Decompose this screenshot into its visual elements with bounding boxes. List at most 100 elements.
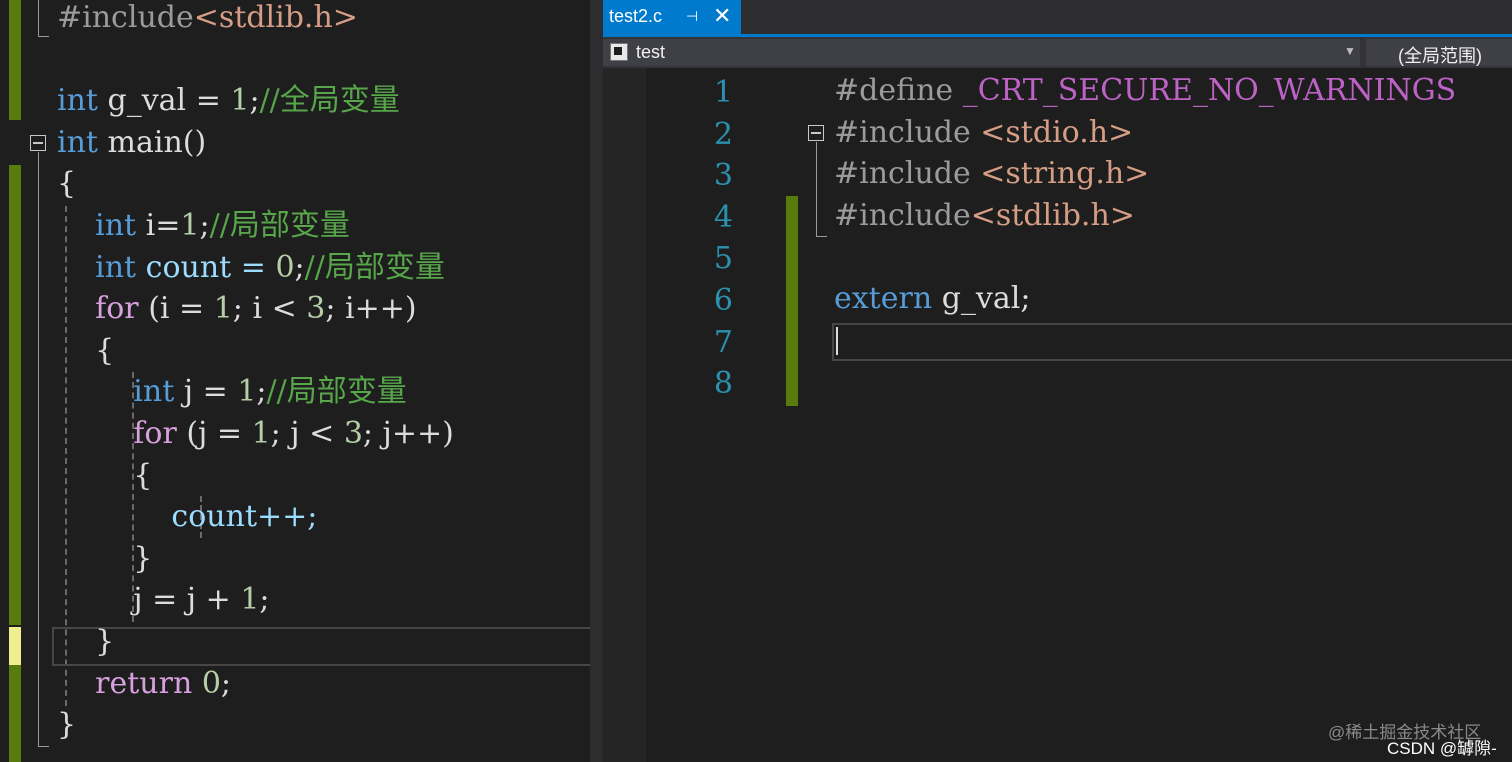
code-line[interactable]: #include<stdlib.h> (834, 195, 1135, 237)
code-token: count++; (57, 499, 318, 535)
line-number: 6 (713, 283, 733, 318)
code-token: ; i++) (325, 291, 417, 327)
pin-icon[interactable]: ⊣ (686, 8, 698, 25)
code-token: ; (199, 208, 210, 243)
code-token: (i = (138, 291, 214, 327)
code-line[interactable]: { (57, 163, 76, 205)
code-token: i= (136, 208, 181, 243)
code-line[interactable]: { (57, 330, 114, 372)
code-line[interactable]: } (57, 704, 76, 746)
code-token: int (57, 374, 175, 410)
code-token: <stdlib.h> (193, 0, 358, 35)
member-scope-dropdown[interactable]: (全局范围) (1366, 39, 1512, 66)
change-marker (786, 196, 798, 406)
code-token: for (57, 291, 139, 327)
code-line[interactable]: for (i = 1; i < 3; i++) (57, 288, 417, 330)
member-label: (全局范围) (1398, 46, 1482, 66)
code-token: ; (259, 582, 270, 618)
code-token: int (57, 208, 137, 243)
code-token: 1 (237, 374, 257, 410)
tab-strip: test2.c ⊣ ✕ (603, 0, 1512, 34)
code-line[interactable]: count++; (57, 496, 317, 538)
right-editor-window[interactable]: test2.c ⊣ ✕ test ▼ (全局范围) 1 2 3 4 5 6 7 8 #defi… (603, 0, 1512, 762)
code-line[interactable]: int j = 1;//局部变量 (57, 371, 407, 413)
code-token: extern (834, 281, 933, 316)
scope-label: test (636, 42, 666, 62)
code-token: //局部变量 (266, 374, 407, 410)
code-line[interactable]: int count = 0;//局部变量 (57, 247, 445, 289)
code-token: 3 (343, 416, 363, 451)
line-number: 4 (713, 199, 733, 235)
code-line[interactable]: } (57, 538, 152, 580)
code-token: 0 (275, 249, 295, 285)
code-token: #include (834, 156, 971, 192)
code-token: ; i < (232, 291, 307, 327)
text-caret (836, 327, 838, 355)
code-line[interactable]: } (57, 621, 114, 663)
collapse-toggle-icon[interactable] (808, 125, 824, 141)
code-line[interactable]: int main() (57, 122, 206, 164)
editor-splitter[interactable] (590, 0, 603, 762)
code-line[interactable]: { (57, 455, 152, 497)
code-token: g_val; (932, 281, 1031, 316)
code-line[interactable]: return 0; (57, 663, 231, 705)
code-token: _CRT_SECURE_NO_WARNINGS (953, 73, 1457, 108)
project-icon (610, 43, 628, 61)
code-line[interactable]: for (j = 1; j < 3; j++) (57, 413, 454, 455)
dropdown-arrow-icon: ▼ (1344, 44, 1356, 58)
code-token: g_val = (97, 83, 231, 119)
code-line[interactable]: #include<stdlib.h> (57, 0, 358, 39)
code-line[interactable]: #define _CRT_SECURE_NO_WARNINGS (834, 70, 1456, 112)
code-token: <stdio.h> (970, 114, 1134, 150)
code-token: //全局变量 (259, 83, 400, 119)
code-token: } (57, 540, 153, 576)
code-line[interactable]: #include <string.h> (834, 153, 1149, 195)
code-token: #include (834, 197, 971, 233)
code-token: 1 (240, 582, 260, 618)
collapse-toggle-icon[interactable] (30, 135, 46, 151)
code-token: { (57, 332, 115, 368)
code-line[interactable]: #include <stdio.h> (834, 112, 1133, 154)
code-token: main() (97, 124, 207, 160)
unsaved-change-marker (9, 627, 21, 665)
left-code-editor[interactable]: #include<stdlib.h> int g_val = 1;//全局变量 in… (0, 0, 590, 762)
code-token: j = j + (57, 582, 241, 618)
code-token: ; (220, 665, 232, 701)
code-token: <stdlib.h> (970, 197, 1135, 233)
change-marker (9, 165, 21, 625)
code-token: <string.h> (970, 156, 1150, 192)
change-marker (9, 665, 21, 762)
fold-bracket (38, 152, 49, 747)
code-line[interactable]: int g_val = 1;//全局变量 (57, 80, 400, 122)
code-token: 1 (230, 83, 250, 119)
code-token: } (57, 624, 115, 659)
code-token: int (57, 83, 98, 119)
include-fold-bracket (816, 142, 827, 237)
code-token: 3 (306, 291, 326, 327)
code-token: #include (57, 0, 194, 35)
code-token: 0 (201, 665, 221, 701)
code-line[interactable]: extern g_val; (834, 278, 1030, 320)
code-token: int (57, 249, 137, 285)
tab-test2-c[interactable]: test2.c ⊣ ✕ (603, 0, 741, 34)
line-number: 5 (713, 241, 733, 277)
code-token: ; (294, 249, 305, 285)
code-token: } (57, 707, 77, 743)
change-marker (9, 0, 21, 120)
code-token: ; j < (270, 416, 344, 451)
code-line[interactable]: int i=1;//局部变量 (57, 205, 350, 247)
code-token: ; (256, 374, 267, 410)
code-token: return (57, 665, 193, 701)
code-token: 1 (213, 291, 233, 327)
code-token: j = (174, 374, 238, 410)
code-token: for (57, 416, 177, 451)
close-icon[interactable]: ✕ (713, 3, 731, 29)
project-scope-dropdown[interactable]: test ▼ (603, 39, 1360, 66)
code-token: { (57, 457, 153, 493)
indicator-margin (603, 68, 646, 762)
code-line[interactable]: j = j + 1; (57, 579, 270, 621)
code-token: ; j++) (362, 416, 454, 451)
line-number: 2 (713, 116, 733, 152)
current-line-highlight (832, 323, 1512, 361)
line-number: 3 (713, 158, 733, 194)
